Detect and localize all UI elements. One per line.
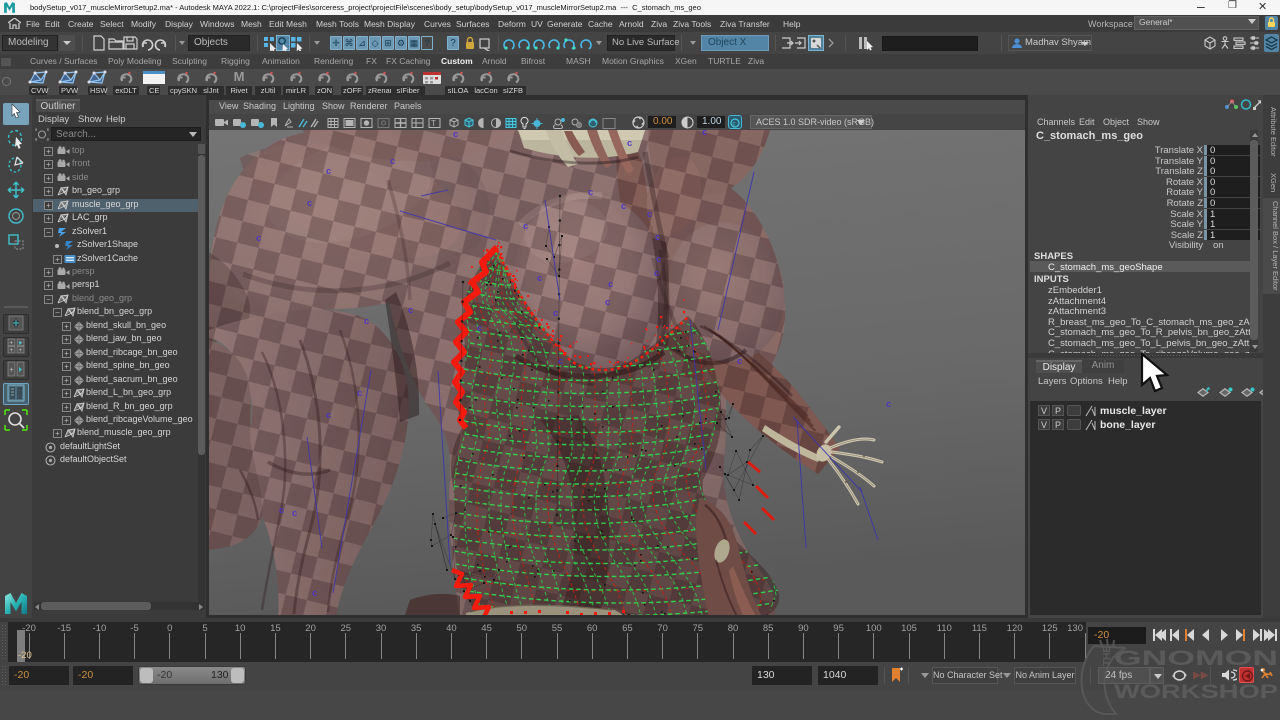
svg-text:c: c	[702, 130, 707, 138]
svg-text:WORKSHOP: WORKSHOP	[1114, 682, 1278, 703]
svg-text:c: c	[307, 198, 312, 209]
svg-text:c: c	[256, 233, 261, 244]
svg-text:c: c	[453, 130, 458, 140]
svg-text:c: c	[558, 356, 563, 367]
svg-text:c: c	[655, 232, 660, 243]
svg-text:c: c	[656, 254, 661, 265]
svg-text:c: c	[608, 279, 613, 290]
svg-text:c: c	[654, 268, 659, 279]
svg-text:c: c	[621, 201, 626, 212]
svg-text:c: c	[605, 297, 610, 308]
svg-text:c: c	[627, 138, 632, 149]
svg-text:c: c	[647, 209, 652, 220]
svg-text:+: +	[19, 348, 23, 354]
svg-text:c: c	[886, 399, 891, 410]
svg-text:c: c	[326, 410, 331, 421]
svg-text:c: c	[364, 316, 369, 327]
svg-text:+: +	[10, 348, 14, 354]
svg-text:c: c	[523, 221, 528, 232]
svg-text:+: +	[10, 341, 14, 347]
svg-text:c: c	[292, 508, 297, 519]
svg-text:c: c	[588, 187, 593, 198]
svg-text:c: c	[326, 166, 331, 177]
svg-text:c: c	[537, 273, 542, 284]
svg-text:c: c	[737, 356, 742, 367]
svg-text:+: +	[10, 367, 14, 374]
svg-text:c: c	[553, 308, 558, 319]
svg-text:c: c	[279, 505, 284, 516]
svg-text:T: T	[431, 119, 436, 128]
svg-text:THE: THE	[1102, 646, 1113, 666]
svg-text:GNOMON: GNOMON	[1114, 647, 1278, 670]
svg-text:c: c	[390, 156, 395, 167]
svg-text:c: c	[733, 122, 736, 128]
svg-text:c: c	[357, 388, 362, 399]
svg-text:c: c	[312, 588, 317, 599]
svg-text:c: c	[477, 323, 482, 334]
svg-text:c: c	[408, 305, 413, 316]
